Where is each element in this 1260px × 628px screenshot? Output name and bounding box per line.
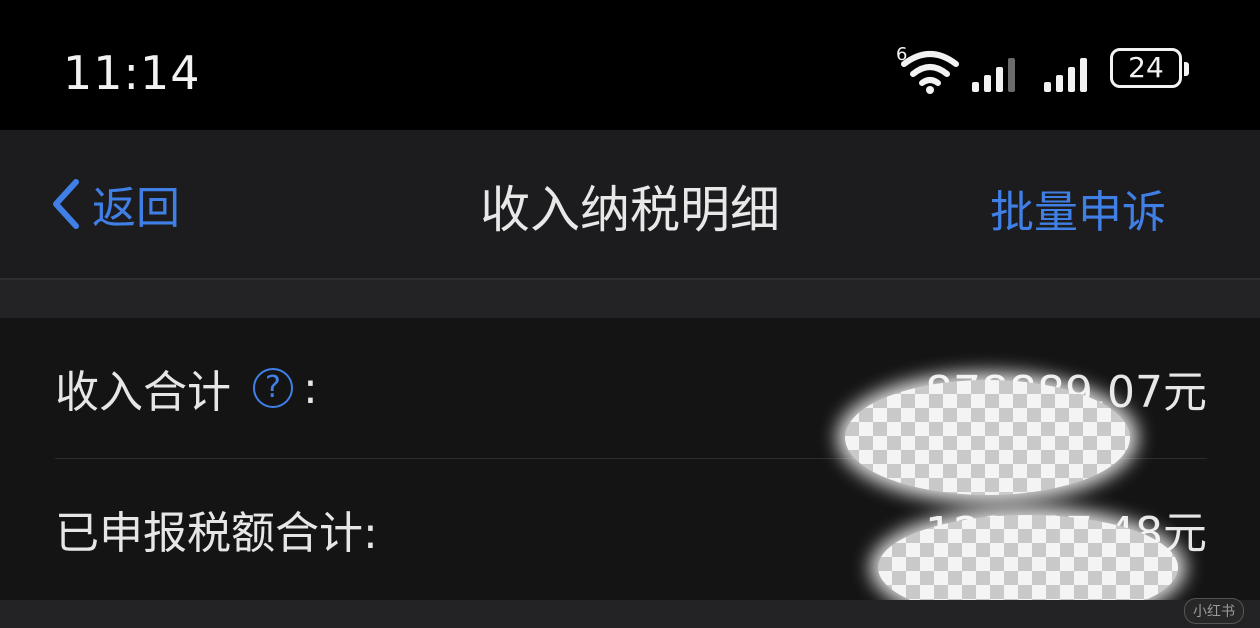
- status-bar: 11:14 6 24: [0, 0, 1260, 130]
- help-icon[interactable]: ?: [253, 368, 293, 408]
- battery-icon: 24: [1110, 48, 1189, 88]
- navigation-bar: 返回 收入纳税明细 批量申诉: [0, 130, 1260, 280]
- income-total-label-group: 收入合计 ? :: [55, 356, 318, 420]
- income-total-label: 收入合计: [55, 367, 231, 418]
- redaction-overlay: [845, 380, 1130, 495]
- watermark: 小红书: [1184, 598, 1244, 624]
- signal-icon: [972, 58, 1015, 92]
- battery-level: 24: [1128, 51, 1164, 84]
- wifi-icon: [901, 51, 959, 94]
- bottom-divider: [0, 600, 1260, 628]
- tax-total-label: 已申报税额合计:: [55, 508, 378, 559]
- section-divider: [0, 280, 1260, 318]
- batch-appeal-button[interactable]: 批量申诉: [990, 176, 1166, 240]
- status-time: 11:14: [63, 46, 201, 100]
- income-total-colon: :: [303, 362, 318, 414]
- battery-tip: [1184, 62, 1189, 76]
- signal-icon: [1044, 58, 1087, 92]
